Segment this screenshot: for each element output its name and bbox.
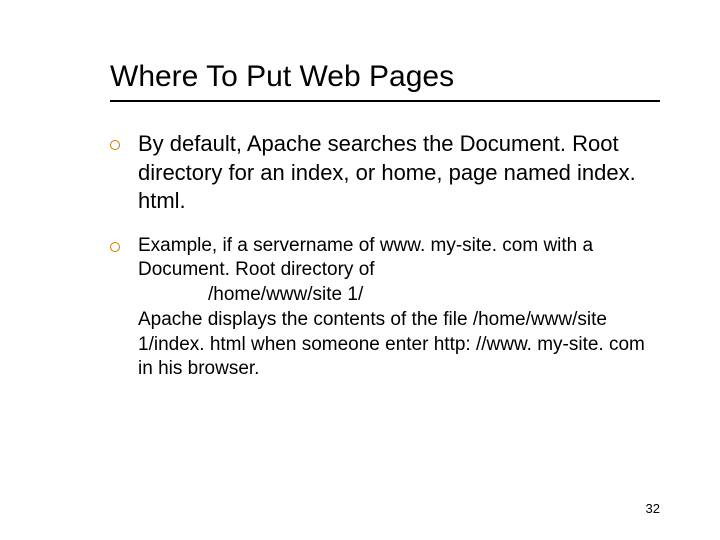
bullet-text: By default, Apache searches the Document… xyxy=(138,131,636,213)
bullet-text-indent: /home/www/site 1/ xyxy=(138,283,660,308)
page-number: 32 xyxy=(646,501,660,516)
slide-title: Where To Put Web Pages xyxy=(110,60,660,94)
bullet-text-line2: Apache displays the contents of the file… xyxy=(138,309,645,379)
bullet-list: By default, Apache searches the Document… xyxy=(110,130,660,382)
slide: Where To Put Web Pages By default, Apach… xyxy=(0,0,720,540)
bullet-text-line1: Example, if a servername of www. my-site… xyxy=(138,235,593,281)
bullet-item: By default, Apache searches the Document… xyxy=(110,130,660,216)
bullet-item: Example, if a servername of www. my-site… xyxy=(110,234,660,382)
title-underline xyxy=(110,100,660,102)
